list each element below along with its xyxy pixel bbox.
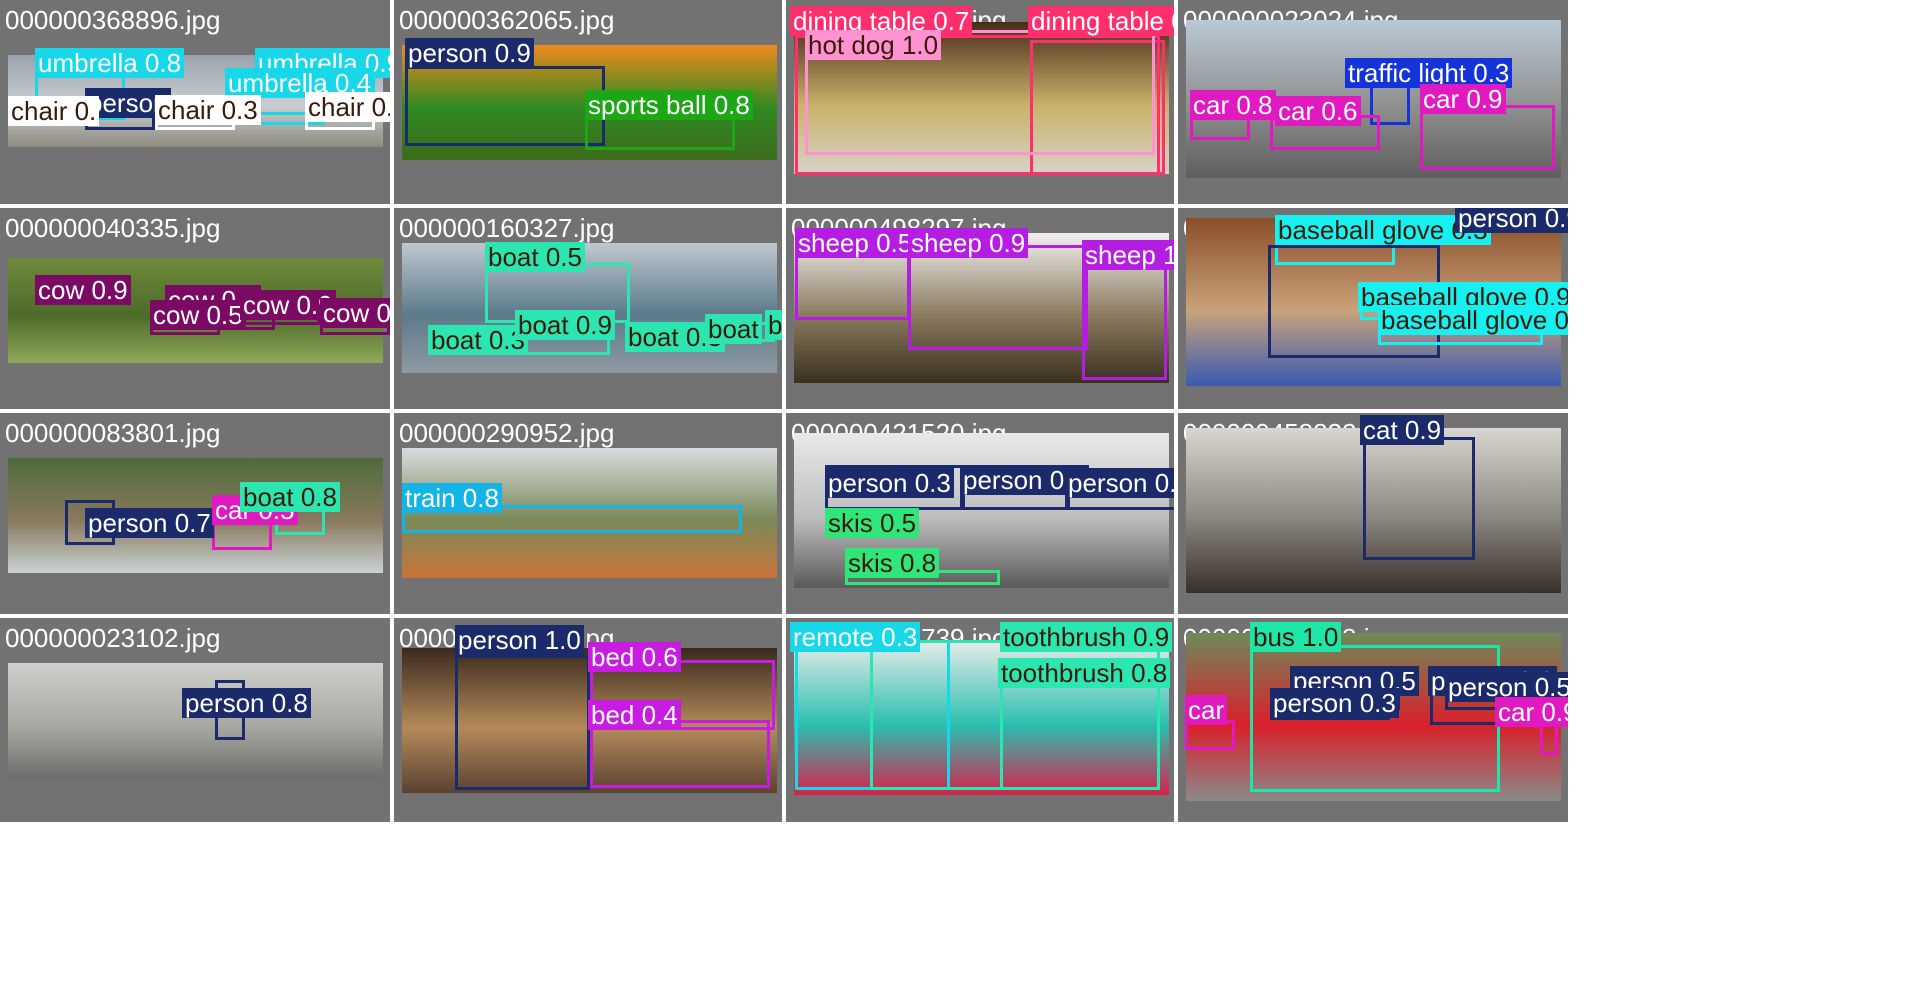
detection-label: sheep 0.9 [908, 228, 1029, 258]
detection-label: cow 0.6 [320, 298, 390, 328]
detection-label: chair 0. [8, 96, 100, 126]
grid-cell[interactable]: 000000040335.jpgcow 0.9cow 0.3cow 0.5cow… [0, 208, 390, 409]
detection-label: chair 0.3 [155, 95, 261, 125]
detection-label: sheep 1.0 [1082, 240, 1174, 270]
detection-label: car [1185, 695, 1228, 725]
grid-cell[interactable]: 000000087038.jpgperson 1.0bed 0.6bed 0.4 [394, 618, 782, 822]
detection-label: person 0.3 [1270, 688, 1399, 718]
cell-filename: 000000362065.jpg [399, 5, 615, 35]
detection-label: sports ball 0.8 [585, 90, 753, 120]
detection-label: sheep 0.5 [795, 228, 916, 258]
detection-label: umbrella 0.8 [35, 48, 185, 78]
detection-label: car 0.9 [1420, 84, 1506, 114]
detection-label: train 0.8 [402, 483, 502, 513]
detection-label: skis 0.5 [825, 508, 920, 538]
detection-label: chair 0.3 [305, 92, 390, 122]
cell-filename: 000000040335.jpg [5, 213, 221, 243]
detection-label: bus 1.0 [1250, 622, 1342, 652]
detection-label: cow 0.9 [35, 275, 131, 305]
detection-box [405, 66, 605, 146]
detection-label: toothbrush 0.8 [998, 658, 1171, 688]
grid-cell[interactable]: 000000368896.jpg umbrella 0.8 umbrella 0.9… [0, 0, 390, 204]
detection-label: car 0.6 [1275, 96, 1361, 126]
detection-label: cat 0.9 [1360, 415, 1445, 445]
mosaic-grid: 000000368896.jpg umbrella 0.8 umbrella 0.9… [0, 0, 1920, 1008]
detection-label: boat [705, 314, 762, 344]
grid-cell[interactable]: 000000421520.jpgperson 0.3person 0.5pers… [786, 413, 1174, 614]
detection-label: boat 0.3 [428, 325, 528, 355]
cell-filename: 000000368896.jpg [5, 5, 221, 35]
grid-cell[interactable]: 000000023102.jpg person 0.8 [0, 618, 390, 822]
grid-cell[interactable]: 000000290952.jpg train 0.8 [394, 413, 782, 614]
detection-label: person 0.8 [182, 688, 311, 718]
detection-label: person 0.3 [825, 468, 954, 498]
grid-cell[interactable]: 000000498297.jpgsheep 0.5sheep 0.9sheep … [786, 208, 1174, 409]
grid-cell[interactable]: 000000507015.jpgbaseball glove 0.3person… [1178, 208, 1568, 409]
detection-box [1000, 675, 1160, 790]
detection-label: baseball glove 0.4 [1378, 305, 1568, 335]
grid-cell[interactable]: 000000160327.jpg boat 0.5 boat 0.3 boat 0.9… [394, 208, 782, 409]
detection-box [1363, 437, 1475, 560]
detection-box [908, 245, 1088, 350]
detection-box [1420, 105, 1555, 170]
detection-label: person 0.3 [1065, 468, 1174, 498]
detection-label: hot dog 1.0 [805, 30, 942, 60]
detection-label: car 0.9 [1495, 697, 1568, 727]
detection-label: car 0.8 [1190, 90, 1276, 120]
cell-filename: 000000290952.jpg [399, 418, 615, 448]
detection-label: boat 0.5 [485, 242, 585, 272]
detection-label: dining table 0.3 [1028, 6, 1174, 36]
detection-label: boat 0.9 [515, 310, 615, 340]
grid-cell[interactable]: 000000362065.jpg person 0.9 sports ball 0.… [394, 0, 782, 204]
grid-cell[interactable]: 000000061418.jpgbus 1.0person 0.5person … [1178, 618, 1568, 822]
cell-filename: 000000083801.jpg [5, 418, 221, 448]
grid-cell[interactable]: 000000300732.jpgdining table 0.7dining t… [786, 0, 1174, 204]
detection-label: boat 0.8 [240, 482, 340, 512]
detection-label: skis 0.8 [845, 548, 940, 578]
detection-label: boat 0.3 [765, 310, 782, 340]
detection-label: remote 0.3 [790, 622, 921, 652]
detection-label: toothbrush 0.9 [1000, 622, 1173, 652]
detection-label: person 0.9 [405, 38, 534, 68]
detection-label: bed 0.4 [588, 700, 681, 730]
grid-cell[interactable]: 000000023024.jpgtraffic light 0.3car 0.8… [1178, 0, 1568, 204]
detection-box [455, 655, 590, 790]
grid-cell[interactable]: 000000216739.jpgremote 0.3toothbrush 0.9… [786, 618, 1174, 822]
detection-label: person 1.0 [455, 625, 584, 655]
cell-filename: 000000023102.jpg [5, 623, 221, 653]
cell-filename: 000000160327.jpg [399, 213, 615, 243]
detection-label: cow 0.5 [150, 300, 246, 330]
grid-cell[interactable]: 000000083801.jpgperson 0.7car 0.5boat 0.… [0, 413, 390, 614]
detection-box [590, 720, 770, 788]
detection-label: bed 0.6 [588, 642, 681, 672]
detection-label: person 0.9 [1455, 208, 1568, 233]
grid-cell[interactable]: 000000458832.jpgcat 0.9 [1178, 413, 1568, 614]
detection-label: person 0.7 [85, 508, 214, 538]
cell-photo [8, 663, 383, 778]
